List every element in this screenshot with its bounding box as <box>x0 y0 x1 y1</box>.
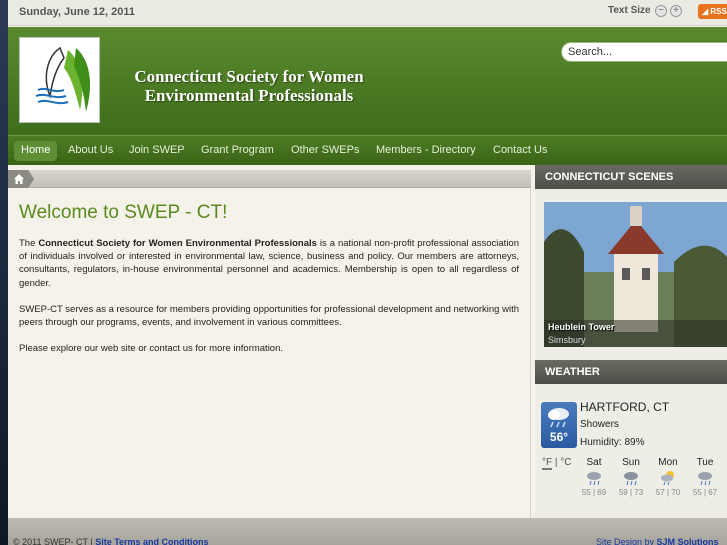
main-nav: Home About Us Join SWEP Grant Program Ot… <box>8 135 727 165</box>
site-title: Connecticut Society for Women Environmen… <box>104 67 394 105</box>
scene-location: Simsbury <box>548 335 586 345</box>
text-size-label: Text Size <box>608 5 651 16</box>
designer-link[interactable]: SJM Solutions <box>657 537 719 545</box>
top-bar: Sunday, June 12, 2011 Text Size − + ◢ RS… <box>8 0 727 26</box>
footer-credit: Site Design by SJM Solutions <box>596 537 719 545</box>
forecast-day: Mon <box>658 457 678 468</box>
design-credit-text: Site Design by <box>596 537 655 545</box>
forecast-temps: 55 | 67 <box>692 488 718 497</box>
copyright-text: © 2011 SWEP- CT | <box>13 537 93 545</box>
scenes-heading: CONNECTICUT SCENES <box>535 165 727 189</box>
site-logo[interactable] <box>19 37 100 123</box>
sidebar: CONNECTICUT SCENES Heublein Tower Simsbu… <box>535 165 727 518</box>
site-footer: © 2011 SWEP- CT | Site Terms and Conditi… <box>8 518 727 545</box>
nav-other-sweps[interactable]: Other SWEPs <box>291 141 359 161</box>
rain-cloud-icon <box>617 470 645 488</box>
current-weather-tile: 56° <box>541 402 577 448</box>
temperature-unit-toggle: °F | °C <box>542 457 572 470</box>
rss-icon: ◢ <box>702 7 709 16</box>
mission-paragraph: SWEP-CT serves as a resource for members… <box>19 304 519 329</box>
nav-home[interactable]: Home <box>14 141 58 161</box>
forecast-day: Sat <box>586 457 602 468</box>
forecast-day: Sun <box>622 457 640 468</box>
nav-grant-program[interactable]: Grant Program <box>201 141 274 161</box>
weather-city: HARTFORD, CT <box>580 400 670 414</box>
forecast-temps: 59 | 73 <box>618 488 644 497</box>
left-edge-shadow <box>0 0 8 545</box>
scene-photo[interactable]: Heublein Tower Simsbury <box>544 202 727 347</box>
society-name: Connecticut Society for Women Environmen… <box>38 238 317 249</box>
current-temperature: 56° <box>549 430 569 444</box>
forecast-temps: 55 | 69 <box>581 488 607 497</box>
scene-caption: Heublein Tower <box>548 322 615 332</box>
forecast-temps: 57 | 70 <box>655 488 681 497</box>
decrease-text-size-button[interactable]: − <box>655 5 667 17</box>
rain-cloud-icon <box>691 470 719 488</box>
site-header: Connecticut Society for Women Environmen… <box>8 27 727 135</box>
weather-condition: Showers <box>580 419 619 430</box>
search-input[interactable]: Search... <box>561 42 727 62</box>
nav-join-swep[interactable]: Join SWEP <box>129 141 185 161</box>
current-date: Sunday, June 12, 2011 <box>19 6 135 18</box>
intro-paragraph: The Connecticut Society for Women Enviro… <box>19 237 519 290</box>
forecast-day: Tue <box>696 457 714 468</box>
unit-fahrenheit[interactable]: °F <box>542 457 553 470</box>
terms-link[interactable]: Site Terms and Conditions <box>95 537 208 545</box>
weather-heading: WEATHER <box>535 360 727 384</box>
page-title: Welcome to SWEP - CT! <box>19 202 228 223</box>
weather-humidity: Humidity: 89% <box>580 437 645 448</box>
rss-label: RSS <box>710 7 727 16</box>
sun-rain-icon <box>654 470 682 488</box>
main-content: Welcome to SWEP - CT! The Connecticut So… <box>8 188 531 518</box>
explore-paragraph: Please explore our web site or contact u… <box>19 343 284 354</box>
nav-contact-us[interactable]: Contact Us <box>493 141 547 161</box>
nav-about-us[interactable]: About Us <box>68 141 113 161</box>
intro-prefix: The <box>19 238 36 249</box>
home-icon <box>14 174 24 184</box>
unit-celsius[interactable]: °C <box>560 457 571 468</box>
site-title-line2: Environmental Professionals <box>144 86 354 105</box>
rain-cloud-icon <box>580 470 608 488</box>
rain-cloud-icon <box>548 408 569 428</box>
site-title-line1: Connecticut Society for Women <box>134 67 364 86</box>
rss-feed-button[interactable]: ◢ RSS <box>698 4 727 19</box>
footer-copyright: © 2011 SWEP- CT | Site Terms and Conditi… <box>13 537 209 545</box>
page: Sunday, June 12, 2011 Text Size − + ◢ RS… <box>8 0 727 545</box>
logo-leaf-icon <box>35 46 91 112</box>
breadcrumb <box>8 170 531 188</box>
increase-text-size-button[interactable]: + <box>670 5 682 17</box>
nav-members-directory[interactable]: Members - Directory <box>376 141 476 161</box>
